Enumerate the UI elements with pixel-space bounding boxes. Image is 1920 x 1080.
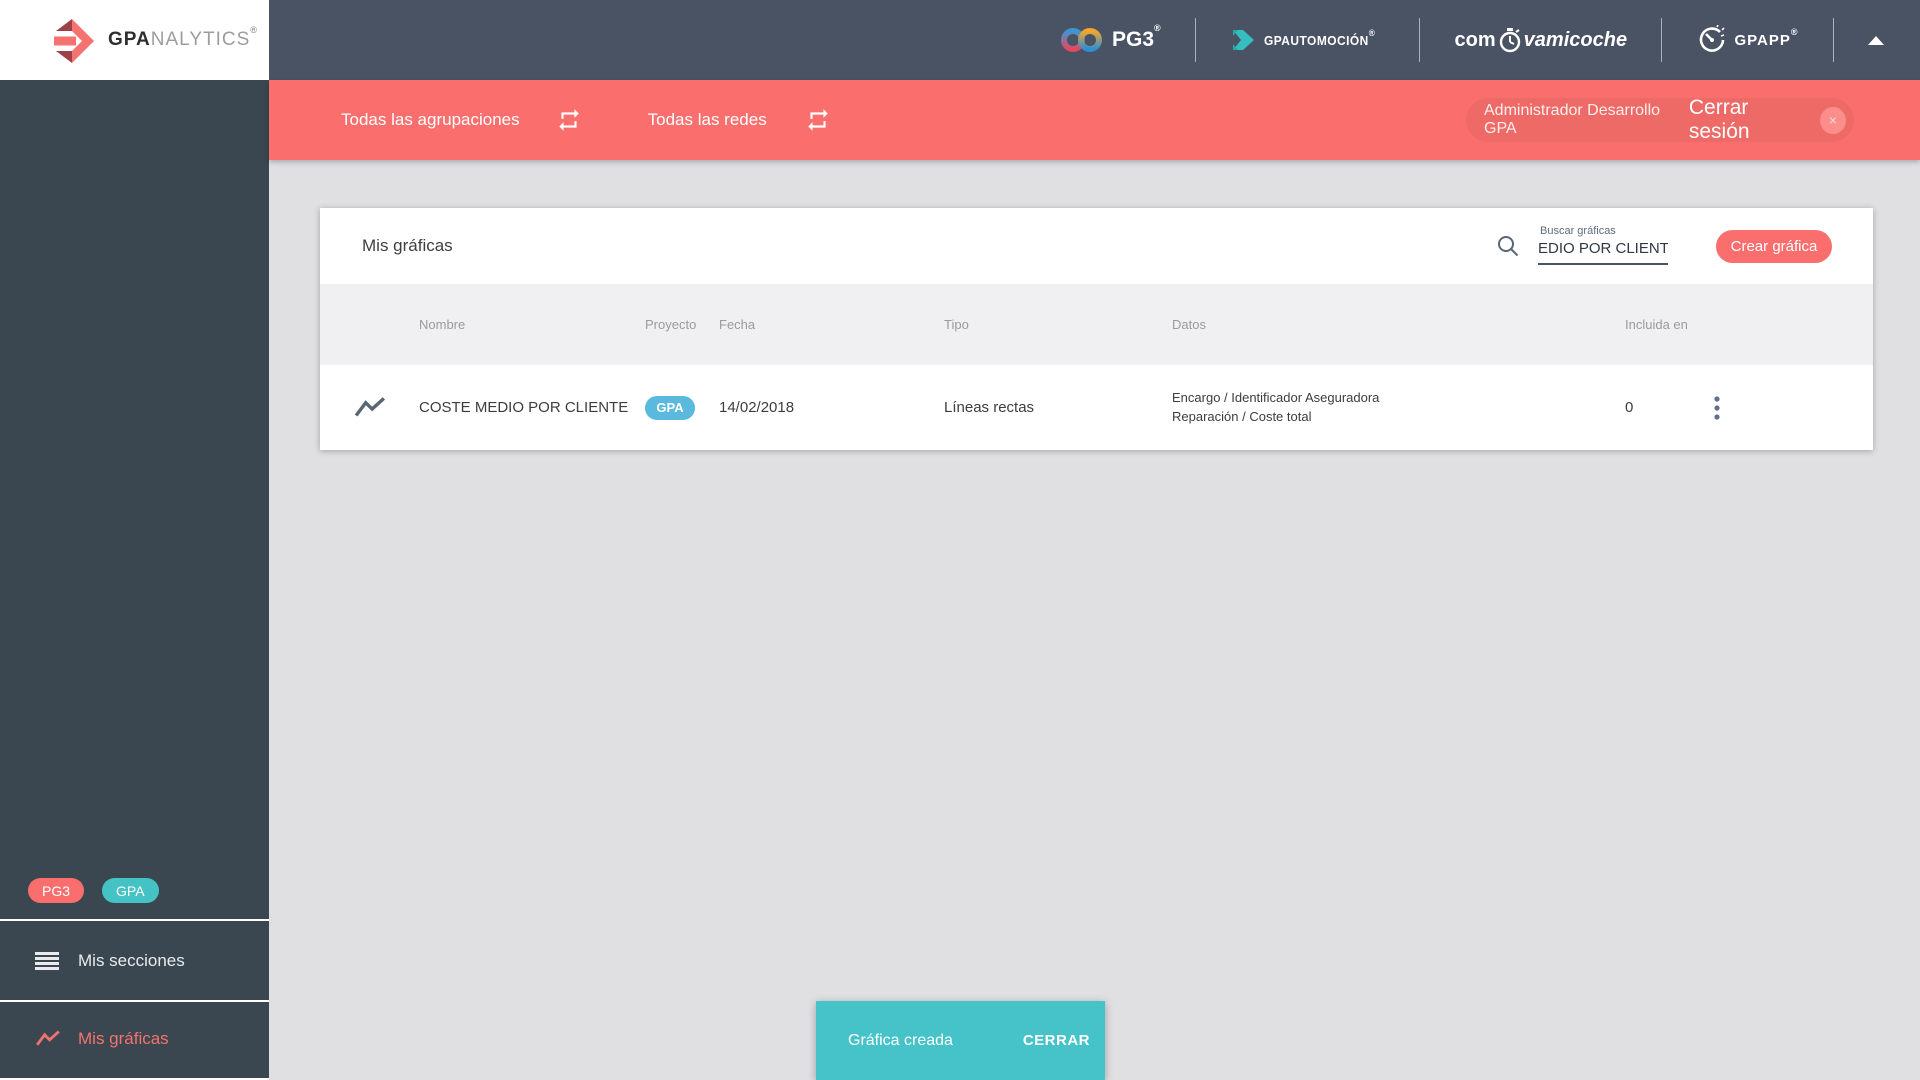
row-nombre: COSTE MEDIO POR CLIENTE (419, 399, 629, 416)
sidebar-item-mis-secciones[interactable]: Mis secciones (0, 921, 269, 1001)
comprobamicoche-pre-label: com (1454, 28, 1496, 51)
sidebar: PG3 GPA Mis secciones Mis gráficas (0, 80, 269, 1080)
create-chart-button[interactable]: Crear gráfica (1716, 229, 1832, 263)
table-row[interactable]: COSTE MEDIO POR CLIENTE GPA 14/02/2018 L… (320, 365, 1873, 450)
session-pill: Administrador Desarrollo GPA Cerrar sesi… (1466, 96, 1854, 144)
row-datos: Encargo / Identificador Aseguradora Repa… (1172, 389, 1380, 424)
gpapp-label: GPAPP® (1734, 26, 1799, 49)
filter-selectors: Todas las agrupaciones Todas las redes (269, 107, 831, 133)
column-header-nombre: Nombre (419, 317, 466, 332)
snackbar-close-button[interactable]: CERRAR (1023, 1032, 1090, 1049)
row-chart-type-icon (320, 395, 419, 421)
line-chart-icon (35, 1029, 61, 1049)
gpanalytics-wordmark: GPANALYTICS® (108, 25, 258, 50)
partner-logo-strip: PG3® GPAUTOMOCIÓN® com vamicoche GPAPP® (1060, 0, 1884, 80)
table-header: Nombre Proyecto Fecha Tipo Datos Incluid… (320, 284, 1873, 365)
redes-selector-label[interactable]: Todas las redes (648, 110, 767, 130)
divider (1661, 18, 1663, 62)
pg3-badge[interactable]: PG3 (28, 878, 85, 903)
gpautomocion-arrow-icon (1233, 30, 1255, 50)
current-user-label: Administrador Desarrollo GPA (1484, 102, 1661, 137)
swap-redes-icon[interactable] (805, 107, 831, 133)
row-actions (1685, 395, 1873, 420)
page-title: Mis gráficas (362, 236, 453, 255)
card-header: Mis gráficas Buscar gráficas EDIO POR CL… (320, 208, 1873, 284)
row-tipo: Líneas rectas (944, 399, 1035, 416)
top-app-bar: PG3® GPAUTOMOCIÓN® com vamicoche GPAPP® (0, 0, 1920, 80)
collapse-topbar-icon[interactable] (1867, 35, 1884, 45)
filter-bar: Todas las agrupaciones Todas las redes A… (269, 80, 1920, 160)
snackbar-message: Gráfica creada (848, 1031, 953, 1049)
gpanalytics-arrow-icon (54, 19, 94, 63)
sections-list-icon (35, 951, 61, 971)
comprobamicoche-post-label: vamicoche (1523, 28, 1628, 51)
search-icon[interactable] (1496, 234, 1520, 258)
gpautomocion-label: GPAUTOMOCIÓN® (1264, 27, 1376, 48)
zigzag-line-icon (354, 396, 385, 416)
row-menu-icon[interactable] (1705, 395, 1729, 420)
row-proyecto: GPA (645, 395, 719, 420)
logout-button[interactable]: Cerrar sesión (1689, 96, 1810, 144)
pg3-logo: PG3® (1060, 23, 1161, 55)
column-header-tipo: Tipo (944, 317, 969, 332)
agrupaciones-selector-label[interactable]: Todas las agrupaciones (341, 110, 520, 130)
column-header-fecha: Fecha (719, 317, 756, 332)
comprobamicoche-logo: com vamicoche (1454, 27, 1628, 53)
swap-agrupaciones-icon[interactable] (556, 107, 582, 133)
search-field[interactable]: Buscar gráficas EDIO POR CLIENTE (1538, 225, 1668, 265)
column-header-incluida-en: Incluida en (1625, 317, 1688, 332)
column-header-proyecto: Proyecto (645, 317, 697, 332)
pg3-label: PG3® (1112, 23, 1161, 51)
gpapp-gauge-icon (1699, 25, 1725, 52)
project-badge: GPA (645, 395, 695, 420)
divider (1419, 18, 1421, 62)
sidebar-item-mis-graficas[interactable]: Mis gráficas (0, 1000, 269, 1078)
sidebar-item-label: Mis gráficas (78, 1029, 169, 1048)
pg3-infinity-icon (1061, 28, 1102, 52)
gpautomocion-logo: GPAUTOMOCIÓN® (1230, 27, 1385, 53)
search-input[interactable]: EDIO POR CLIENTE (1538, 240, 1668, 265)
divider (1832, 18, 1834, 62)
snackbar: Gráfica creada CERRAR (816, 1001, 1105, 1080)
card-header-actions: Buscar gráficas EDIO POR CLIENTE Crear g… (1496, 225, 1873, 265)
gpa-badge[interactable]: GPA (102, 878, 159, 903)
stopwatch-icon (1499, 28, 1520, 53)
row-incluida-en: 0 (1625, 399, 1634, 416)
gpanalytics-logo: GPANALYTICS® (0, 0, 269, 80)
project-badges: PG3 GPA (28, 878, 159, 903)
divider (1194, 18, 1196, 62)
gpapp-logo: GPAPP® (1697, 25, 1799, 55)
column-header-datos: Datos (1172, 317, 1206, 332)
search-field-label: Buscar gráficas (1540, 224, 1616, 237)
sidebar-item-label: Mis secciones (78, 951, 185, 970)
mis-graficas-card: Mis gráficas Buscar gráficas EDIO POR CL… (320, 208, 1873, 450)
row-fecha: 14/02/2018 (719, 399, 795, 416)
logout-close-icon[interactable]: × (1820, 106, 1846, 134)
